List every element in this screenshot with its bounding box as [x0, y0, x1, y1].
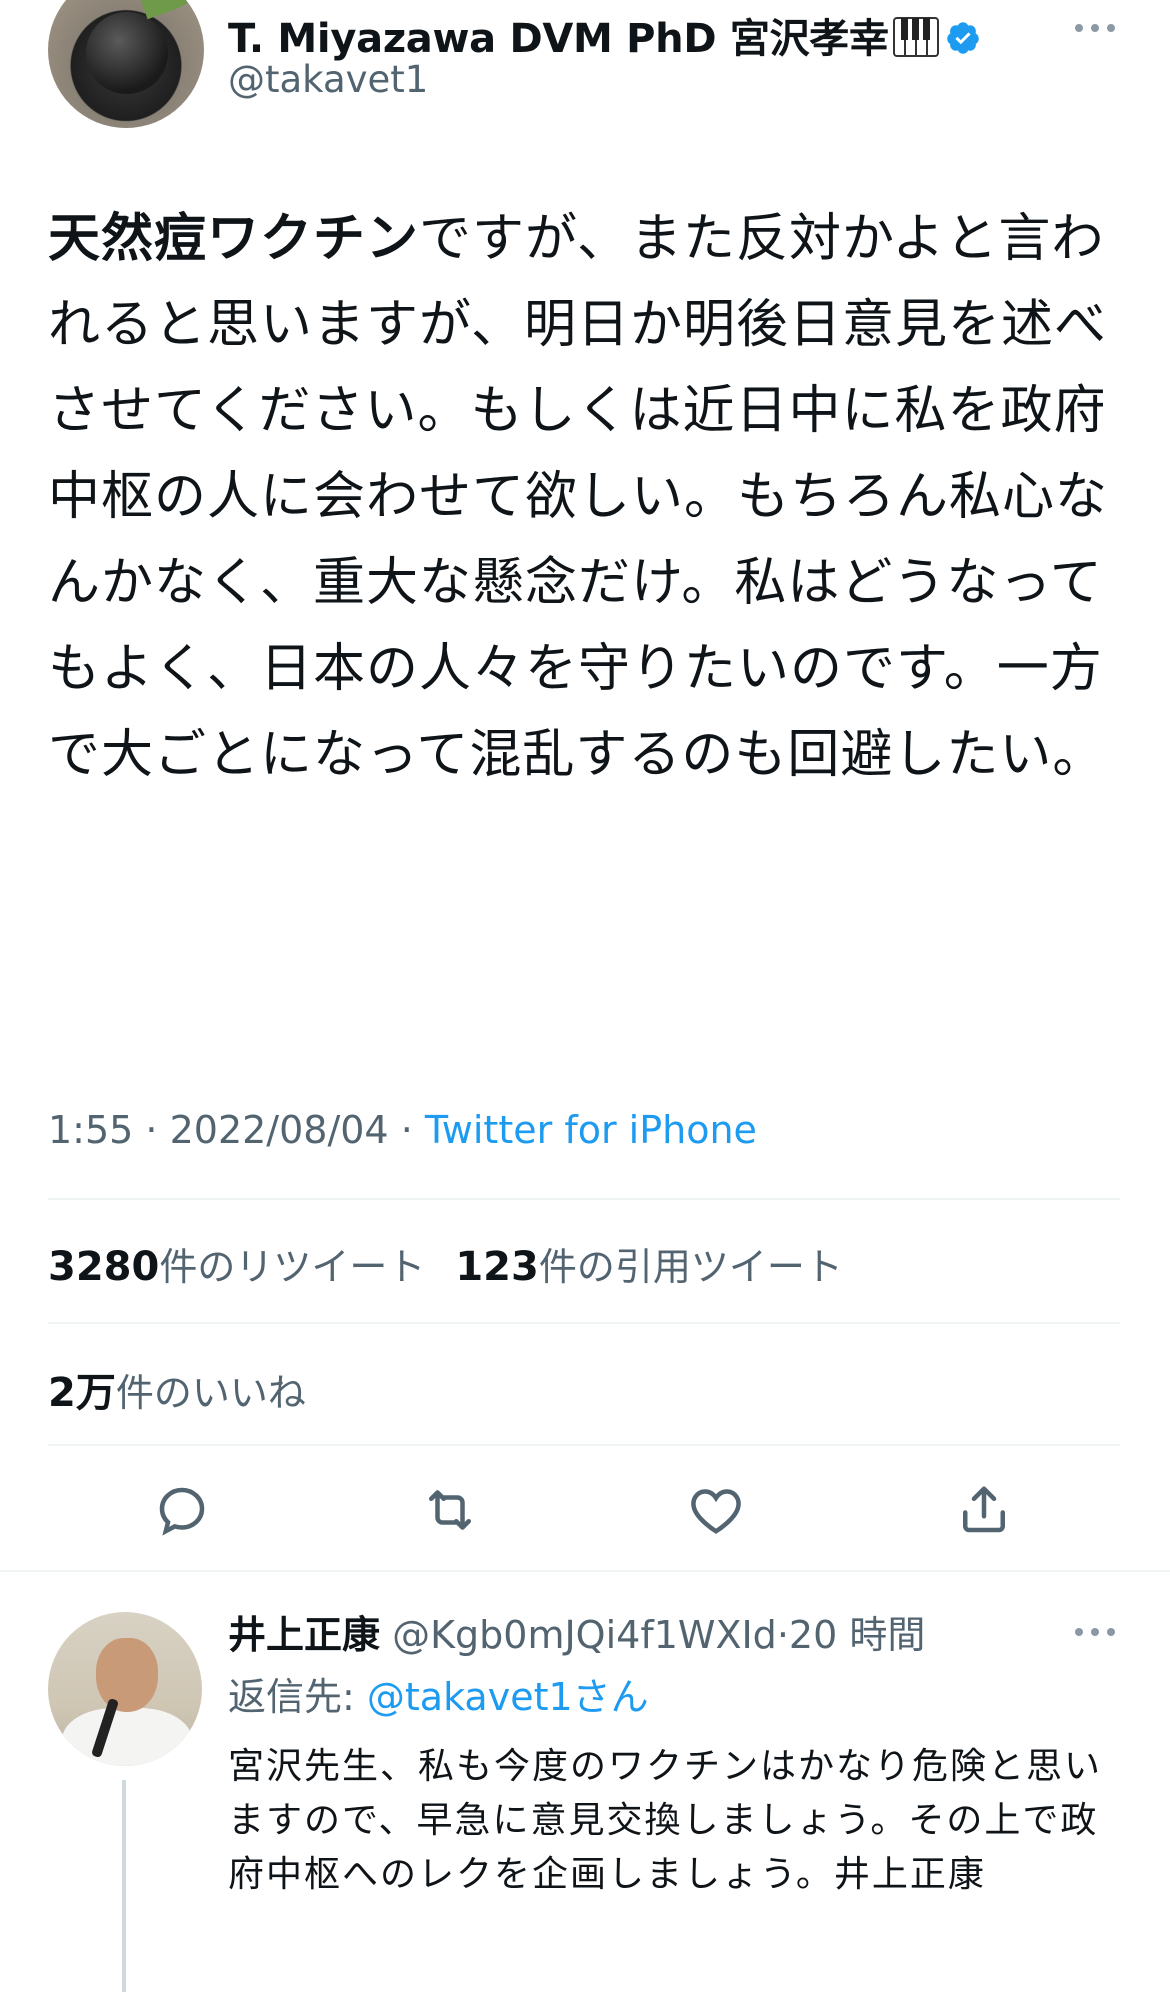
more-options-icon[interactable]	[1072, 1622, 1118, 1642]
like-button[interactable]	[686, 1480, 746, 1540]
likes-stats[interactable]: 2万件のいいね	[48, 1360, 306, 1418]
reply-button[interactable]	[152, 1480, 212, 1540]
section-divider	[0, 1570, 1170, 1572]
tweet-text: 天然痘ワクチンですが、また反対かよと言われると思いますが、明日か明後日意見を述べ…	[48, 196, 1108, 798]
quotes-count: 123	[455, 1244, 539, 1290]
tweet-text-bold: 天然痘ワクチン	[48, 209, 420, 269]
author-name-text: T. Miyazawa DVM PhD 宮沢孝幸	[228, 16, 889, 62]
retweet-button[interactable]	[420, 1480, 480, 1540]
share-icon	[963, 1486, 1005, 1533]
tweet-time[interactable]: 1:55	[48, 1108, 133, 1152]
divider	[48, 1198, 1120, 1200]
more-options-icon[interactable]	[1072, 18, 1118, 38]
retweets-label: 件のリツイート	[159, 1245, 426, 1289]
share-button[interactable]	[954, 1480, 1014, 1540]
tweet-date[interactable]: 2022/08/04	[170, 1108, 389, 1152]
author-avatar[interactable]	[48, 0, 204, 128]
reply-icon	[159, 1487, 205, 1536]
piano-emoji-icon	[892, 17, 939, 57]
likes-count: 2万	[48, 1370, 116, 1416]
reply-text: 宮沢先生、私も今度のワクチンはかなり危険と思いますので、早急に意見交換しましょう…	[228, 1746, 1103, 1895]
tweet-metadata: 1:55 · 2022/08/04 · Twitter for iPhone	[48, 1108, 757, 1152]
heart-icon	[691, 1489, 741, 1534]
reply-time[interactable]: 20 時間	[789, 1613, 925, 1657]
replying-to: 返信先: @takavet1さん	[228, 1666, 649, 1721]
retweet-icon	[429, 1490, 471, 1530]
author-display-name[interactable]: T. Miyazawa DVM PhD 宮沢孝幸	[228, 6, 981, 64]
replying-to-mention[interactable]: @takavet1さん	[367, 1675, 649, 1719]
thread-line	[122, 1780, 126, 1992]
retweets-link[interactable]: 3280件のリツイート	[48, 1244, 426, 1290]
likes-label: 件のいいね	[115, 1371, 306, 1415]
author-handle[interactable]: @takavet1	[228, 58, 428, 101]
reply-author-avatar[interactable]	[48, 1612, 202, 1766]
replying-to-label: 返信先:	[228, 1675, 367, 1719]
retweets-count: 3280	[48, 1244, 160, 1290]
retweet-stats: 3280件のリツイート 123件の引用ツイート	[48, 1236, 843, 1291]
tweet-text-rest: ですが、また反対かよと言われると思いますが、明日か明後日意見を述べさせてください…	[48, 209, 1109, 785]
verified-badge-icon	[945, 20, 981, 56]
reply-author-handle[interactable]: @Kgb0mJQi4f1WXId	[392, 1613, 777, 1657]
reply-author-name[interactable]: 井上正康	[228, 1613, 380, 1657]
tweet-source[interactable]: Twitter for iPhone	[425, 1108, 757, 1152]
divider	[48, 1444, 1120, 1446]
divider	[48, 1322, 1120, 1324]
reply-header: 井上正康 @Kgb0mJQi4f1WXId·20 時間	[228, 1613, 926, 1657]
quotes-link[interactable]: 123件の引用ツイート	[455, 1244, 843, 1290]
quotes-label: 件の引用ツイート	[538, 1245, 843, 1289]
